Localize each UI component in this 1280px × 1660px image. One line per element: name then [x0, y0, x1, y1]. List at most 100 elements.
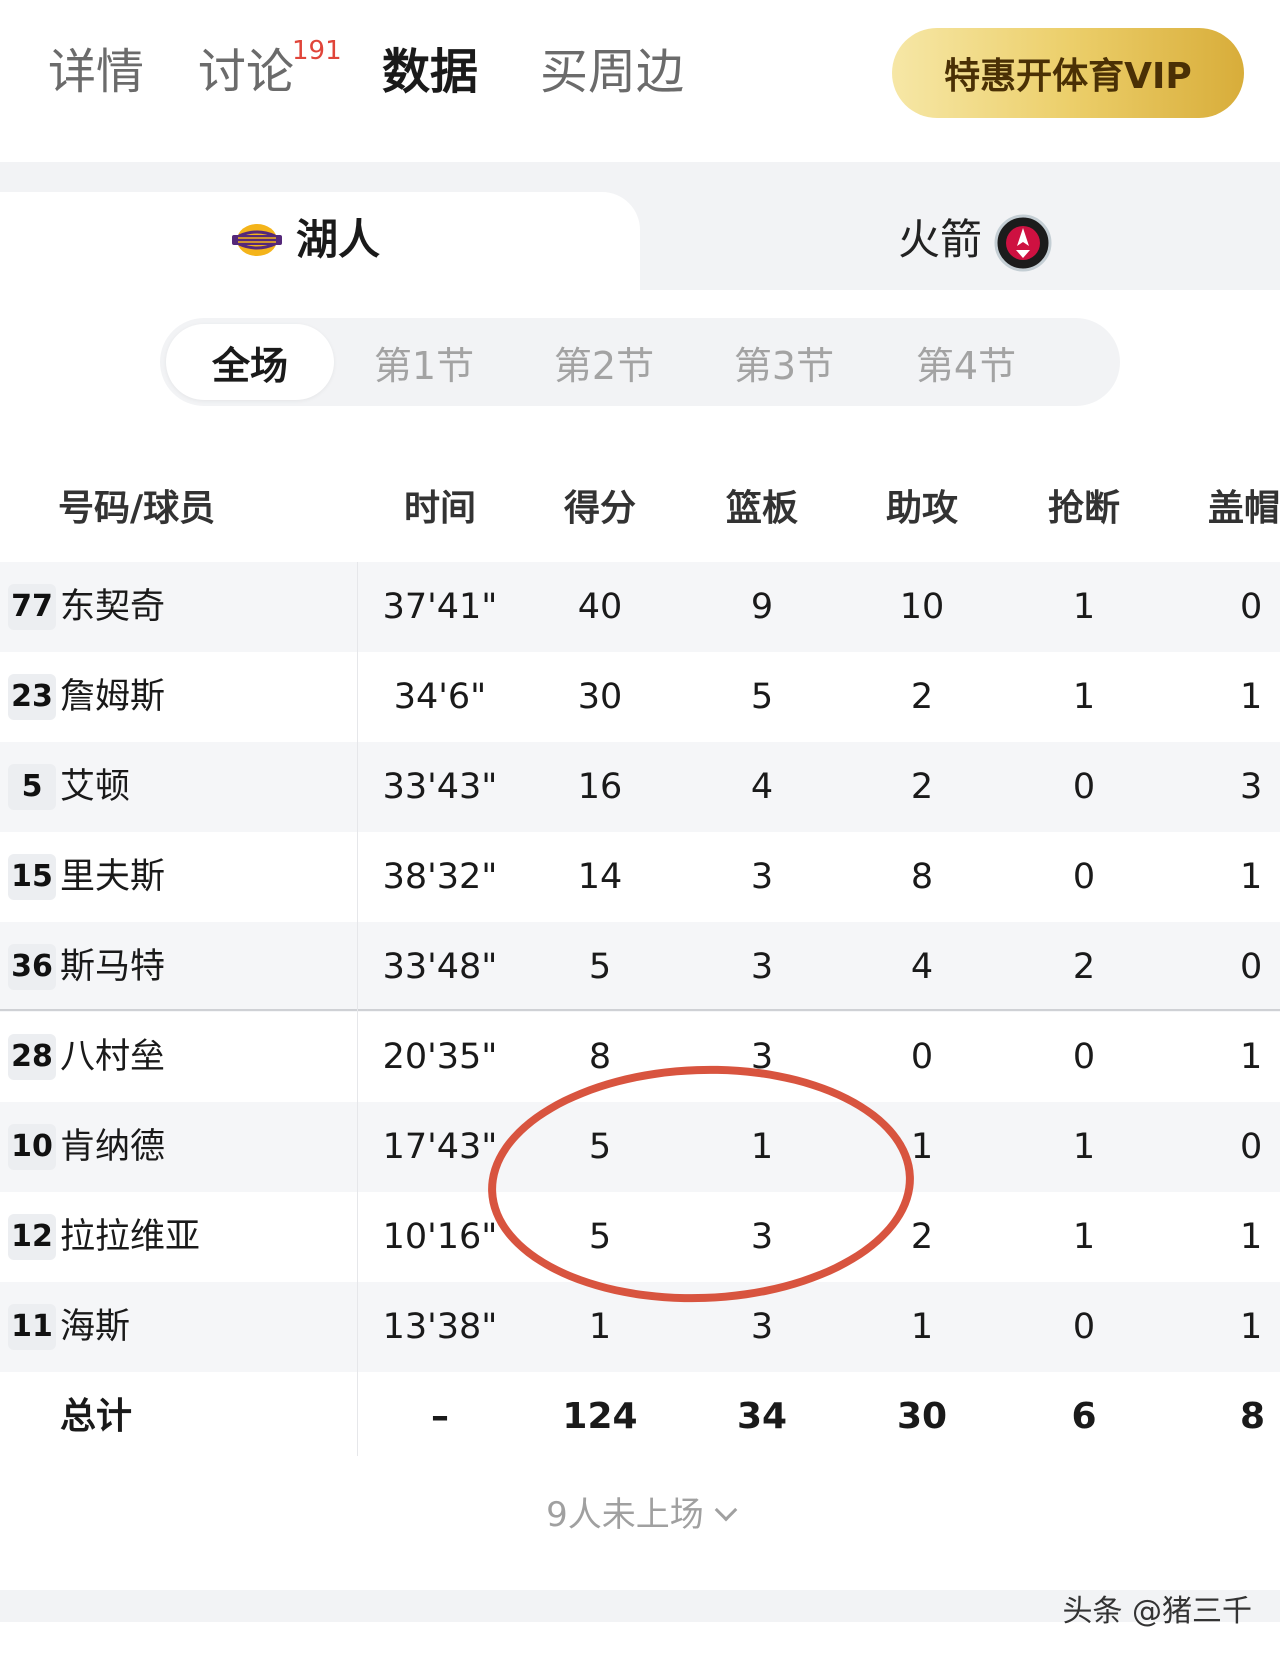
cell-points: 8 — [588, 1037, 612, 1077]
cell-rebounds: 3 — [750, 1217, 774, 1257]
cell-time: 34'6" — [393, 677, 487, 717]
cell-rebounds: 3 — [750, 947, 774, 987]
table-row[interactable]: 10 肯纳德 17'43" 5 1 1 1 0 — [0, 1102, 1280, 1192]
tab-merch[interactable]: 买周边 — [540, 42, 684, 102]
section-divider — [0, 162, 1280, 192]
cell-blocks: 1 — [1240, 677, 1263, 717]
column-divider — [357, 562, 358, 1456]
total-steals: 6 — [1071, 1396, 1097, 1437]
watermark: 头条 @猪三千 — [1062, 1594, 1252, 1629]
cell-points: 5 — [588, 1217, 612, 1257]
player-name[interactable]: 海斯 — [60, 1282, 130, 1372]
header-points: 得分 — [563, 488, 636, 529]
header-player: 号码/球员 — [58, 488, 216, 529]
cell-assists: 8 — [910, 857, 934, 897]
table-row[interactable]: 15 里夫斯 38'32" 14 3 8 0 1 — [0, 832, 1280, 922]
cell-time: 17'43" — [382, 1127, 498, 1167]
team-switch: 湖人 火箭 — [0, 192, 1280, 290]
tab-details[interactable]: 详情 — [48, 42, 144, 102]
cell-assists: 1 — [910, 1127, 934, 1167]
cell-time: 20'35" — [382, 1037, 498, 1077]
cell-rebounds: 3 — [750, 1037, 774, 1077]
tab-discussion-label: 讨论 — [198, 44, 295, 100]
cell-assists: 4 — [910, 947, 934, 987]
header-assists: 助攻 — [885, 488, 958, 529]
cell-time: 33'48" — [382, 947, 498, 987]
cell-points: 14 — [577, 857, 623, 897]
cell-assists: 0 — [910, 1037, 934, 1077]
period-q1[interactable]: 第1节 — [340, 318, 508, 406]
jersey-number: 23 — [8, 674, 56, 720]
jersey-number: 28 — [8, 1034, 56, 1080]
header-rebounds: 篮板 — [725, 488, 798, 529]
cell-steals: 1 — [1072, 587, 1096, 627]
cell-rebounds: 5 — [750, 677, 774, 717]
cell-steals: 0 — [1072, 1307, 1096, 1347]
cell-steals: 1 — [1072, 677, 1096, 717]
cell-time: 10'16" — [382, 1217, 498, 1257]
player-name[interactable]: 詹姆斯 — [60, 652, 165, 742]
player-name[interactable]: 艾顿 — [60, 742, 130, 832]
period-q4[interactable]: 第4节 — [882, 318, 1050, 406]
cell-steals: 0 — [1072, 1037, 1096, 1077]
player-name[interactable]: 斯马特 — [60, 922, 165, 1012]
cell-steals: 2 — [1072, 947, 1096, 987]
jersey-number: 5 — [8, 764, 56, 810]
team-name-right: 火箭 — [898, 215, 983, 264]
cell-blocks: 1 — [1240, 1217, 1263, 1257]
cell-points: 5 — [588, 1127, 612, 1167]
cell-blocks: 1 — [1240, 857, 1263, 897]
player-name[interactable]: 拉拉维亚 — [60, 1192, 200, 1282]
table-row[interactable]: 23 詹姆斯 34'6" 30 5 2 1 1 — [0, 652, 1280, 742]
player-name[interactable]: 东契奇 — [60, 562, 165, 652]
player-name[interactable]: 里夫斯 — [60, 832, 165, 922]
cell-points: 30 — [577, 677, 623, 717]
team-name-left: 湖人 — [296, 215, 381, 264]
cell-steals: 0 — [1072, 857, 1096, 897]
cell-blocks: 0 — [1240, 587, 1263, 627]
cell-rebounds: 3 — [750, 1307, 774, 1347]
cell-assists: 2 — [910, 1217, 934, 1257]
team-tab-lakers[interactable]: 湖人 — [0, 192, 640, 290]
vip-button[interactable]: 特惠开体育VIP — [892, 28, 1244, 118]
table-row[interactable]: 77 东契奇 37'41" 40 9 10 1 0 — [0, 562, 1280, 652]
table-row[interactable]: 28 八村垒 20'35" 8 3 0 0 1 — [0, 1012, 1280, 1102]
period-q3[interactable]: 第3节 — [700, 318, 868, 406]
tab-data[interactable]: 数据 — [382, 42, 478, 102]
table-row[interactable]: 36 斯马特 33'48" 5 3 4 2 0 — [0, 922, 1280, 1012]
bench-toggle[interactable]: 9人未上场 — [0, 1490, 1280, 1540]
cell-points: 1 — [588, 1307, 612, 1347]
cell-rebounds: 1 — [750, 1127, 774, 1167]
rockets-logo-icon — [994, 214, 1052, 272]
cell-steals: 1 — [1072, 1127, 1096, 1167]
header-time: 时间 — [403, 488, 476, 529]
table-row[interactable]: 5 艾顿 33'43" 16 4 2 0 3 — [0, 742, 1280, 832]
cell-points: 5 — [588, 947, 612, 987]
jersey-number: 10 — [8, 1124, 56, 1170]
total-blocks: 8 — [1240, 1396, 1266, 1437]
jersey-number: 12 — [8, 1214, 56, 1260]
period-full-game[interactable]: 全场 — [166, 324, 334, 400]
player-name[interactable]: 肯纳德 — [60, 1102, 165, 1192]
cell-blocks: 1 — [1240, 1037, 1263, 1077]
team-tab-rockets[interactable]: 火箭 — [640, 192, 1280, 290]
cell-blocks: 0 — [1240, 1127, 1263, 1167]
cell-steals: 0 — [1072, 767, 1096, 807]
cell-blocks: 1 — [1240, 1307, 1263, 1347]
player-name[interactable]: 八村垒 — [60, 1012, 165, 1102]
total-time: – — [431, 1396, 449, 1437]
jersey-number: 15 — [8, 854, 56, 900]
total-rebounds: 34 — [736, 1396, 788, 1437]
period-q2[interactable]: 第2节 — [520, 318, 688, 406]
table-row[interactable]: 12 拉拉维亚 10'16" 5 3 2 1 1 — [0, 1192, 1280, 1282]
table-row[interactable]: 11 海斯 13'38" 1 3 1 0 1 — [0, 1282, 1280, 1372]
discussion-count-badge: 191 — [292, 36, 342, 66]
period-segment: 全场 第1节 第2节 第3节 第4节 — [160, 318, 1120, 406]
cell-blocks: 3 — [1240, 767, 1263, 807]
cell-rebounds: 3 — [750, 857, 774, 897]
cell-points: 16 — [577, 767, 623, 807]
jersey-number: 77 — [8, 584, 56, 630]
jersey-number: 11 — [8, 1304, 56, 1350]
cell-rebounds: 9 — [750, 587, 774, 627]
tab-discussion[interactable]: 讨论 191 — [198, 36, 342, 102]
